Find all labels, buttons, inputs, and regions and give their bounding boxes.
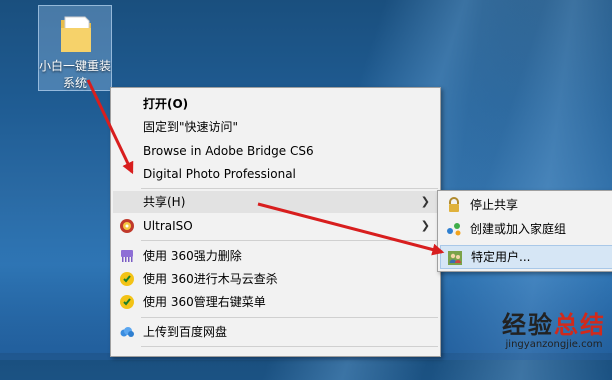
annotation-arrows [86, 79, 445, 256]
annotation-arrow-to-specific-people [257, 202, 445, 256]
annotation-arrow-to-share [86, 79, 134, 175]
site-watermark: 经验总结 jingyanzongjie.com [502, 311, 606, 350]
